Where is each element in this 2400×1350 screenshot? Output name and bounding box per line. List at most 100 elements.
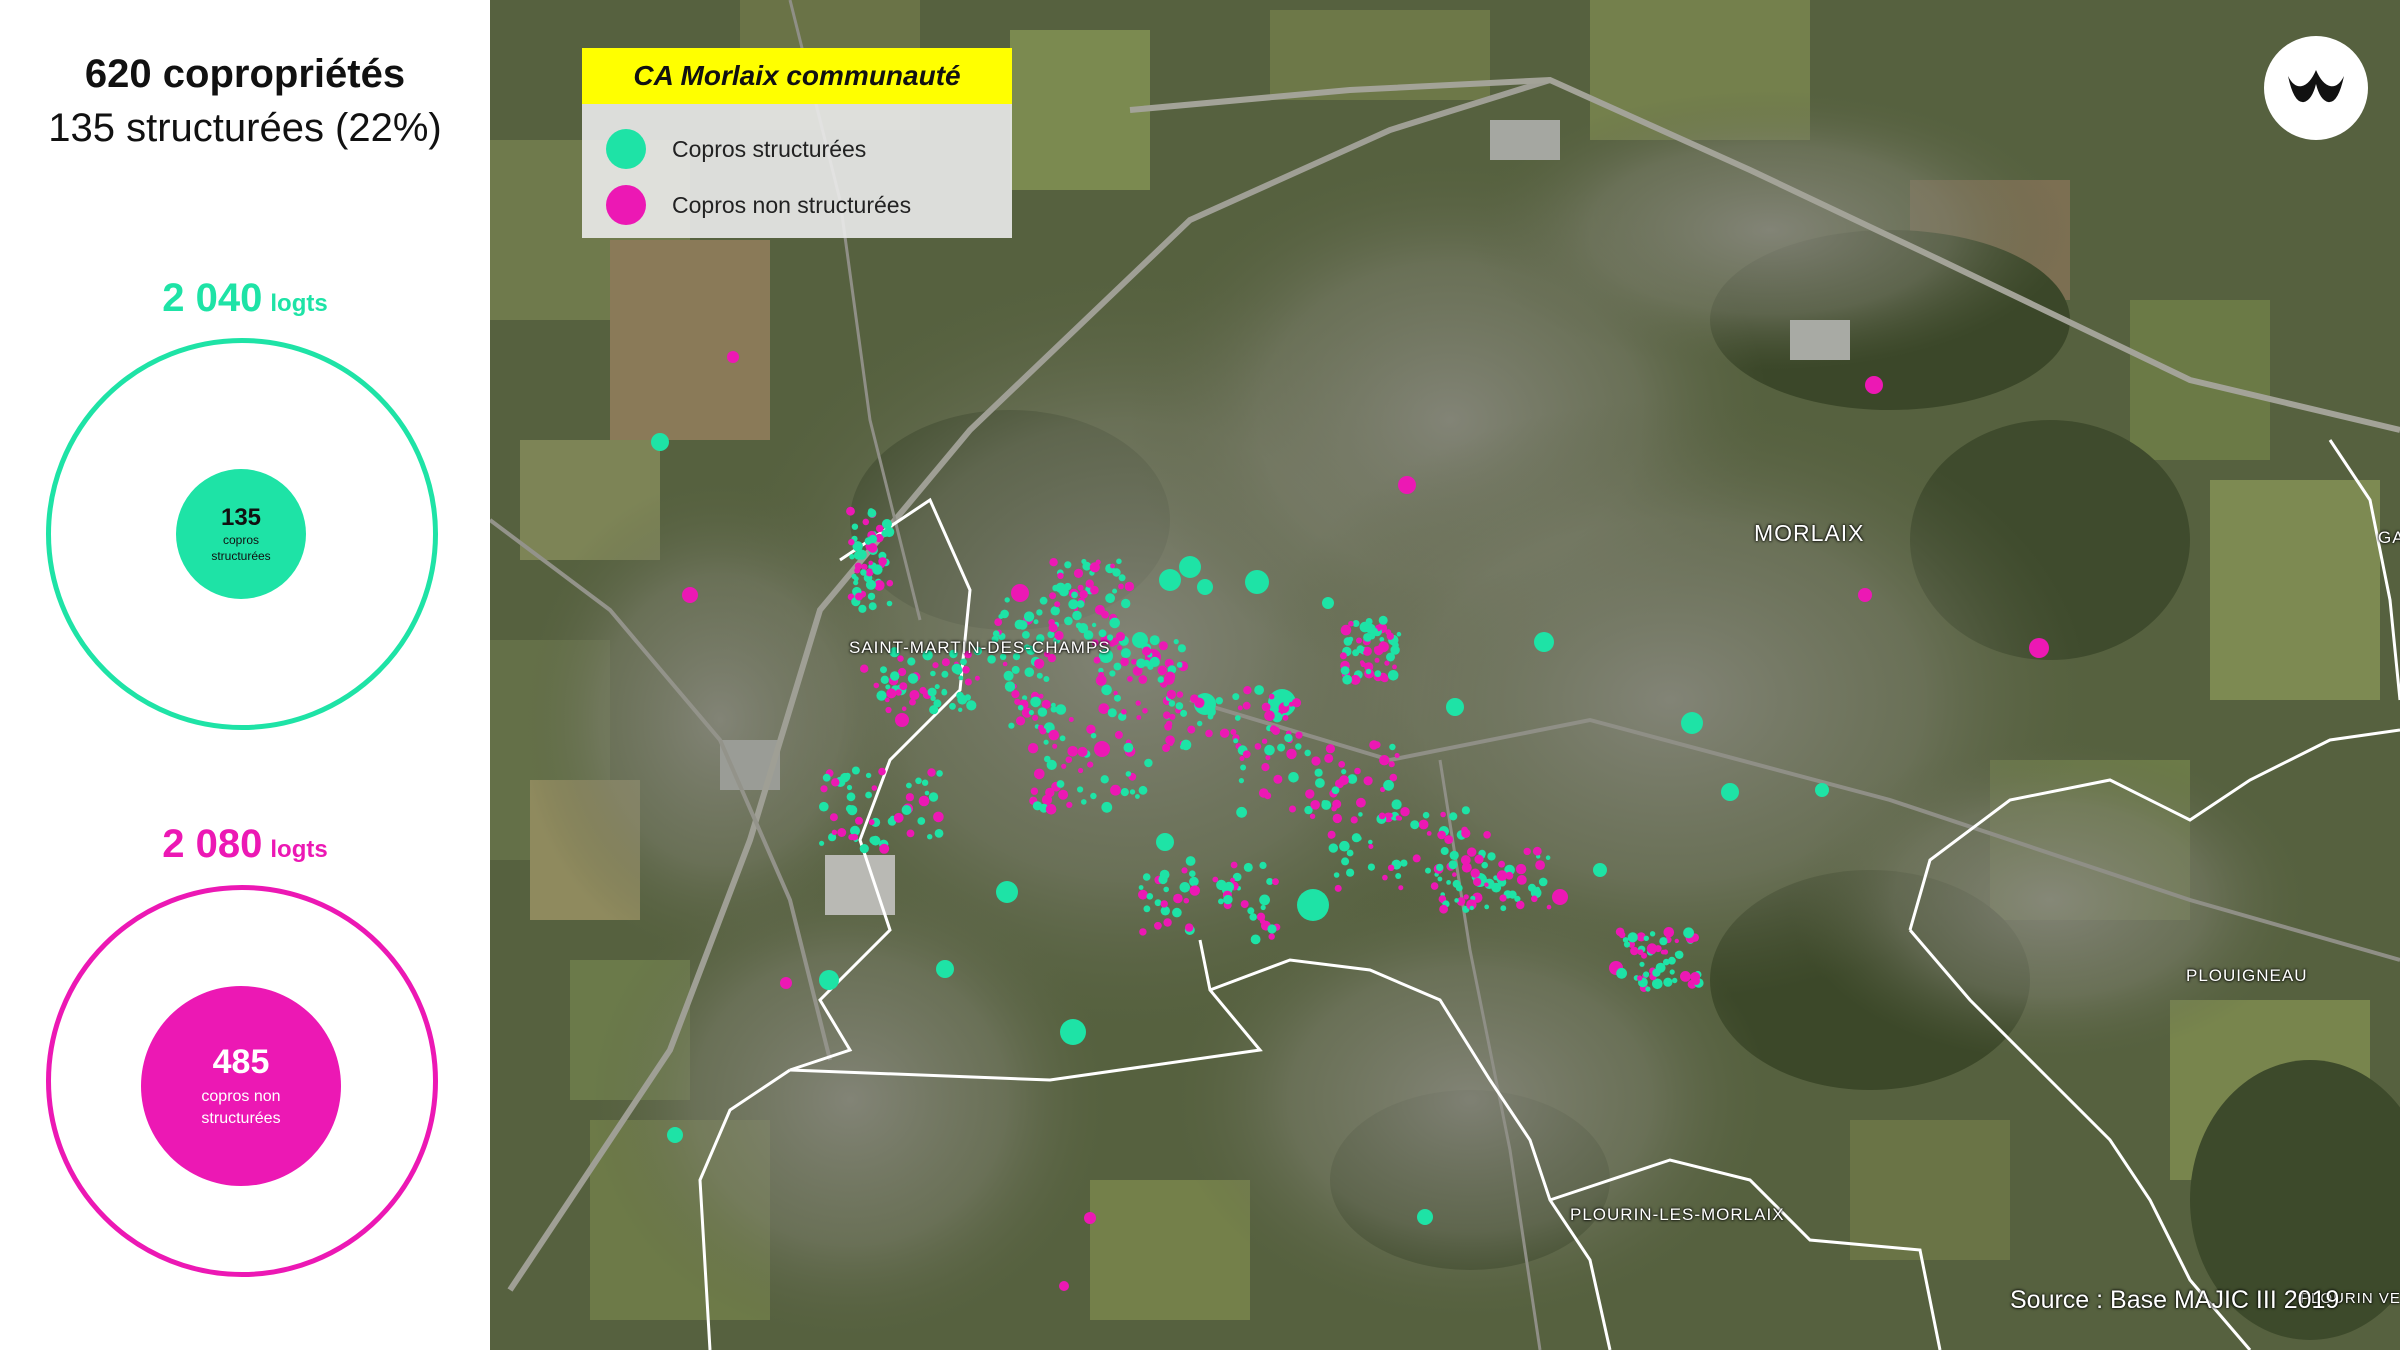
copro-dot-small-335: [1028, 709, 1034, 716]
copro-dot-small-317: [1484, 904, 1490, 910]
copro-dot-small-531: [1189, 876, 1199, 887]
copro-dot-small-155: [1242, 701, 1251, 710]
copro-dot-38: [895, 713, 909, 727]
copro-dot-small-442: [819, 801, 829, 812]
copro-dot-small-685: [858, 604, 867, 613]
copro-dot-small-440: [905, 793, 914, 802]
copro-dot-small-739: [1680, 971, 1691, 982]
copro-dot-small-343: [1037, 707, 1048, 717]
copro-dot-small-512: [1154, 899, 1162, 907]
copro-dot-small-192: [1389, 773, 1398, 782]
brand-logo-icon[interactable]: [2264, 36, 2368, 140]
copro-dot-small-648: [1374, 670, 1382, 678]
copro-dot-small-161: [1194, 697, 1205, 708]
copro-dot-small-716: [1672, 977, 1678, 984]
satellite-map[interactable]: MORLAIX SAINT-MARTIN-DES-CHAMPS PLOURIN-…: [490, 0, 2400, 1350]
copro-dot-small-479: [855, 816, 863, 825]
copro-dot-30: [1094, 741, 1110, 757]
copro-dot-small-424: [960, 658, 967, 666]
copro-dot-small-327: [1439, 904, 1448, 914]
copro-dot-small-491: [901, 805, 912, 815]
copro-dot-small-548: [1181, 867, 1188, 874]
copro-dot-small-201: [1338, 761, 1346, 768]
copro-dot-small-27: [1004, 681, 1016, 692]
copro-dot-small-48: [1051, 702, 1056, 708]
copro-dot-small-77: [1098, 703, 1110, 714]
copro-dot-small-746: [1618, 931, 1626, 939]
copro-dot-small-67: [1120, 657, 1129, 667]
copro-dot-small-261: [1446, 880, 1451, 885]
copro-dot-small-389: [932, 662, 939, 669]
copro-dot-small-357: [1114, 730, 1123, 739]
copro-dot-small-380: [1027, 743, 1039, 754]
copro-dot-small-473: [865, 791, 872, 799]
copro-dot-small-755: [1649, 931, 1656, 937]
copro-dot-small-381: [1045, 804, 1057, 815]
copro-dot-small-463: [915, 777, 922, 785]
copro-dot-small-511: [1143, 905, 1151, 913]
copro-dot-small-287: [1500, 905, 1507, 912]
copro-dot-small-477: [893, 812, 904, 823]
copro-dot-small-328: [1454, 898, 1459, 903]
copro-dot-small-69: [1177, 644, 1186, 653]
copro-dot-small-359: [1065, 756, 1073, 763]
copro-dot-small-204: [1309, 813, 1316, 819]
copro-dot-small-54: [1034, 658, 1045, 669]
copro-dot-small-350: [1058, 789, 1069, 800]
copro-dot-small-769: [1637, 975, 1643, 981]
copro-dot-small-231: [1350, 816, 1358, 824]
copro-dot-small-705: [867, 508, 877, 518]
copro-dot-31: [1059, 1281, 1069, 1291]
copro-dot-small-763: [1683, 927, 1694, 939]
copro-dot-small-620: [1379, 637, 1385, 642]
copro-dot-17: [1815, 783, 1829, 797]
copro-dot-small-177: [1356, 797, 1366, 808]
copro-dot-small-111: [1277, 743, 1286, 752]
copro-dot-small-596: [1085, 579, 1094, 588]
copro-dot-small-242: [1440, 811, 1446, 818]
copro-dot-small-312: [1455, 884, 1463, 892]
copro-dot-small-550: [1049, 558, 1058, 567]
non-structured-count: 485: [212, 1042, 270, 1081]
copro-dot-small-437: [949, 702, 956, 710]
copro-dot-small-709: [872, 564, 883, 575]
copro-dot-small-314: [1516, 900, 1525, 910]
copro-dot-small-223: [1346, 849, 1354, 857]
copro-dot-small-107: [1182, 662, 1188, 668]
copro-dot-small-104: [1142, 646, 1152, 656]
copro-dot-small-105: [1113, 690, 1118, 696]
copro-dot-small-149: [1254, 743, 1262, 750]
copro-dot-small-382: [1032, 801, 1042, 811]
copro-dot-small-419: [909, 690, 920, 700]
copro-dot-small-547: [1158, 874, 1168, 885]
copro-dot-small-190: [1288, 772, 1299, 783]
copro-dot-0: [1297, 889, 1329, 921]
copro-dot-small-655: [1365, 623, 1376, 634]
copro-dot-small-726: [1639, 961, 1645, 967]
copro-dot-small-326: [1474, 854, 1484, 864]
copro-dot-small-243: [1351, 833, 1361, 843]
copro-dot-small-468: [879, 843, 890, 854]
copro-dot-small-675: [886, 579, 894, 587]
copro-dot-small-694: [862, 518, 870, 526]
copro-dot-small-637: [1342, 674, 1353, 685]
copro-dot-small-114: [1219, 728, 1230, 738]
copro-dot-small-160: [1215, 697, 1223, 705]
copro-dot-small-116: [1162, 744, 1171, 752]
copro-dot-small-689: [854, 562, 862, 570]
copro-dot-small-356: [1068, 717, 1074, 722]
copro-dot-small-362: [1125, 771, 1132, 777]
copro-dot-small-121: [1180, 709, 1188, 717]
copro-dot-small-668: [886, 600, 893, 607]
copro-dot-small-565: [1064, 561, 1072, 569]
copro-dot-small-383: [1123, 742, 1134, 753]
copro-dot-small-530: [1259, 894, 1270, 906]
copro-dot-small-429: [927, 687, 937, 697]
copro-dot-small-656: [1387, 670, 1399, 681]
copro-dot-small-264: [1333, 872, 1340, 878]
copro-dot-small-102: [1168, 700, 1176, 707]
copro-dot-small-430: [890, 671, 900, 681]
copro-dot-small-499: [1142, 873, 1151, 881]
copro-dot-small-758: [1645, 986, 1651, 992]
copro-dot-small-434: [934, 684, 940, 690]
